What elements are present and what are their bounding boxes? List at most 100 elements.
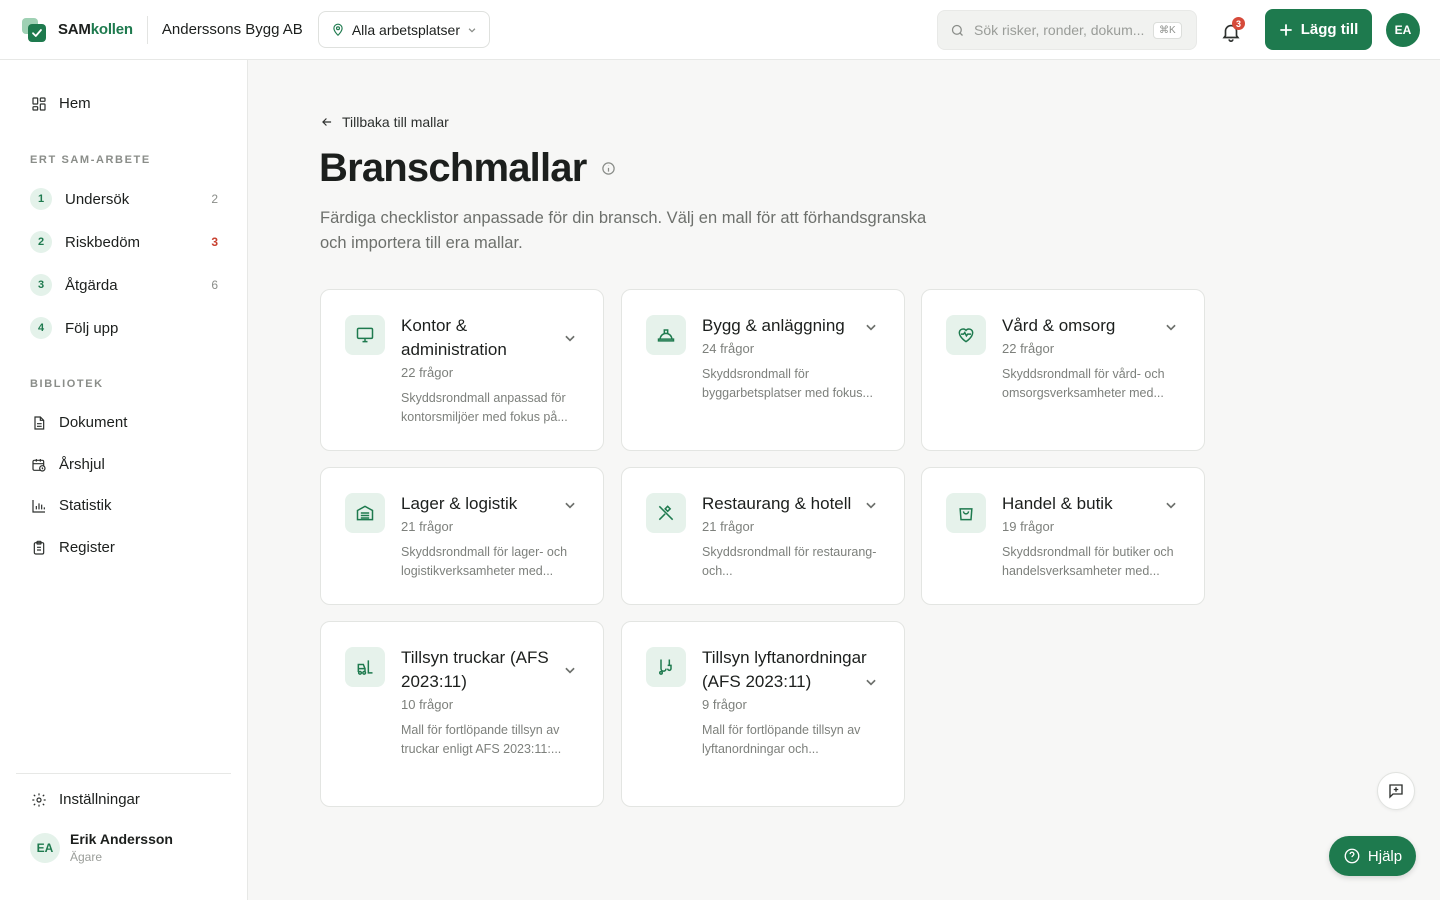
help-button-label: Hjälp [1367, 847, 1403, 865]
page-description: Färdiga checklistor anpassade för din br… [320, 209, 927, 252]
user-profile[interactable]: EA Erik Andersson Ägare [30, 831, 173, 864]
forklift-icon [345, 647, 385, 687]
map-pin-icon [333, 23, 343, 36]
template-card-bygg[interactable]: Bygg & anläggning 24 frågor Skyddsrondma… [621, 289, 905, 451]
template-card-kontor[interactable]: Kontor & administration 22 frågor Skydds… [320, 289, 604, 451]
sidebar-item-dokument[interactable]: Dokument [30, 414, 220, 431]
template-card-vard[interactable]: Vård & omsorg 22 frågor Skyddsrondmall f… [921, 289, 1205, 451]
info-icon[interactable] [601, 161, 616, 176]
sidebar-item-undersok[interactable]: 1 Undersök 2 [30, 188, 218, 210]
chevron-down-icon[interactable] [864, 320, 878, 334]
chevron-down-icon[interactable] [563, 331, 577, 345]
brand[interactable]: SAMkollen [22, 17, 133, 42]
plus-icon [1279, 23, 1292, 36]
chevron-down-icon[interactable] [563, 498, 577, 512]
card-question-count: 22 frågor [1002, 341, 1055, 356]
back-link-label: Tillbaka till mallar [342, 114, 449, 130]
top-bar: SAMkollen Anderssons Bygg AB Alla arbets… [0, 0, 1440, 60]
card-description: Skyddsrondmall för restaurang- och... [702, 545, 877, 578]
search-shortcut: ⌘K [1153, 21, 1182, 39]
card-description: Skyddsrondmall för byggarbetsplatser med… [702, 367, 873, 400]
sidebar-item-register[interactable]: Register [30, 539, 220, 556]
workplace-select[interactable]: Alla arbetsplatser [317, 11, 490, 48]
clipboard-icon [30, 539, 47, 556]
calendar-clock-icon [30, 456, 47, 473]
utensils-icon [646, 493, 686, 533]
user-avatar-button[interactable]: EA [1386, 13, 1420, 47]
card-question-count: 21 frågor [401, 519, 454, 534]
card-title: Bygg & anläggning [702, 316, 845, 335]
card-description: Skyddsrondmall för butiker och handelsve… [1002, 545, 1174, 578]
heart-pulse-icon [946, 315, 986, 355]
sidebar-item-riskbedom[interactable]: 2 Riskbedöm 3 [30, 231, 218, 253]
company-name: Anderssons Bygg AB [161, 21, 303, 38]
card-question-count: 9 frågor [702, 697, 747, 712]
sidebar-item-label: Dokument [59, 414, 128, 431]
card-title: Lager & logistik [401, 494, 518, 513]
sidebar-item-label: Årshjul [59, 456, 105, 473]
sidebar: Hem ERT SAM-ARBETE 1 Undersök 2 2 Riskbe… [0, 60, 248, 900]
card-title: Tillsyn lyftanordningar (AFS 2023:11) [702, 648, 867, 691]
user-role: Ägare [70, 850, 103, 864]
chevron-down-icon[interactable] [563, 663, 577, 677]
card-description: Skyddsrondmall anpassad för kontorsmiljö… [401, 391, 568, 424]
sidebar-item-label: Hem [59, 95, 91, 112]
header-divider [146, 15, 148, 44]
notifications-button[interactable]: 3 [1219, 17, 1245, 43]
add-button[interactable]: Lägg till [1265, 9, 1372, 50]
help-button[interactable]: Hjälp [1329, 836, 1416, 876]
notification-badge: 3 [1232, 17, 1245, 30]
sidebar-item-statistik[interactable]: Statistik [30, 497, 220, 514]
template-card-lager[interactable]: Lager & logistik 21 frågor Skyddsrondmal… [320, 467, 604, 605]
card-question-count: 22 frågor [401, 365, 454, 380]
section-label-library: BIBLIOTEK [30, 378, 104, 390]
card-title: Restaurang & hotell [702, 494, 852, 513]
card-title: Handel & butik [1002, 494, 1113, 513]
help-circle-icon [1344, 848, 1360, 864]
template-card-truckar[interactable]: Tillsyn truckar (AFS 2023:11) 10 frågor … [320, 621, 604, 807]
sidebar-item-arshjul[interactable]: Årshjul [30, 456, 220, 473]
step-number: 3 [30, 274, 52, 296]
card-description: Skyddsrondmall för lager- och logistikve… [401, 545, 568, 578]
sidebar-item-folj-upp[interactable]: 4 Följ upp [30, 317, 218, 339]
warehouse-icon [345, 493, 385, 533]
template-card-handel[interactable]: Handel & butik 19 frågor Skyddsrondmall … [921, 467, 1205, 605]
search-input[interactable] [974, 22, 1144, 38]
sidebar-item-label: Följ upp [65, 319, 119, 337]
chevron-down-icon[interactable] [864, 675, 878, 689]
card-description: Mall för fortlöpande tillsyn av lyftanor… [702, 723, 861, 756]
chevron-down-icon[interactable] [864, 498, 878, 512]
crane-hook-icon [646, 647, 686, 687]
sidebar-item-label: Undersök [65, 190, 130, 208]
card-title: Tillsyn truckar (AFS 2023:11) [401, 648, 549, 691]
section-label-work: ERT SAM-ARBETE [30, 154, 151, 166]
step-number: 4 [30, 317, 52, 339]
back-to-templates-link[interactable]: Tillbaka till mallar [320, 114, 449, 130]
search-box[interactable]: ⌘K [937, 10, 1197, 50]
sidebar-item-settings[interactable]: Inställningar [30, 791, 220, 808]
feedback-button[interactable] [1377, 772, 1415, 810]
template-card-lyftanordningar[interactable]: Tillsyn lyftanordningar (AFS 2023:11) 9 … [621, 621, 905, 807]
card-question-count: 10 frågor [401, 697, 454, 712]
sidebar-item-label: Statistik [59, 497, 112, 514]
grid-icon [30, 95, 47, 112]
step-number: 2 [30, 231, 52, 253]
card-question-count: 24 frågor [702, 341, 755, 356]
shopping-bag-icon [946, 493, 986, 533]
message-plus-icon [1389, 784, 1403, 799]
page-title-text: Branschmallar [319, 146, 587, 190]
avatar: EA [30, 832, 60, 863]
card-description: Skyddsrondmall för vård- och omsorgsverk… [1002, 367, 1165, 400]
sidebar-divider [16, 773, 231, 774]
sidebar-item-atgarda[interactable]: 3 Åtgärda 6 [30, 274, 218, 296]
document-icon [30, 414, 47, 431]
sidebar-item-label: Riskbedöm [65, 233, 141, 251]
chevron-down-icon[interactable] [1164, 498, 1178, 512]
sidebar-item-home[interactable]: Hem [30, 95, 220, 112]
step-number: 1 [30, 188, 52, 210]
search-icon [951, 24, 963, 36]
chevron-down-icon[interactable] [1164, 320, 1178, 334]
monitor-icon [345, 315, 385, 355]
sidebar-item-label: Inställningar [59, 791, 140, 808]
template-card-restaurang[interactable]: Restaurang & hotell 21 frågor Skyddsrond… [621, 467, 905, 605]
